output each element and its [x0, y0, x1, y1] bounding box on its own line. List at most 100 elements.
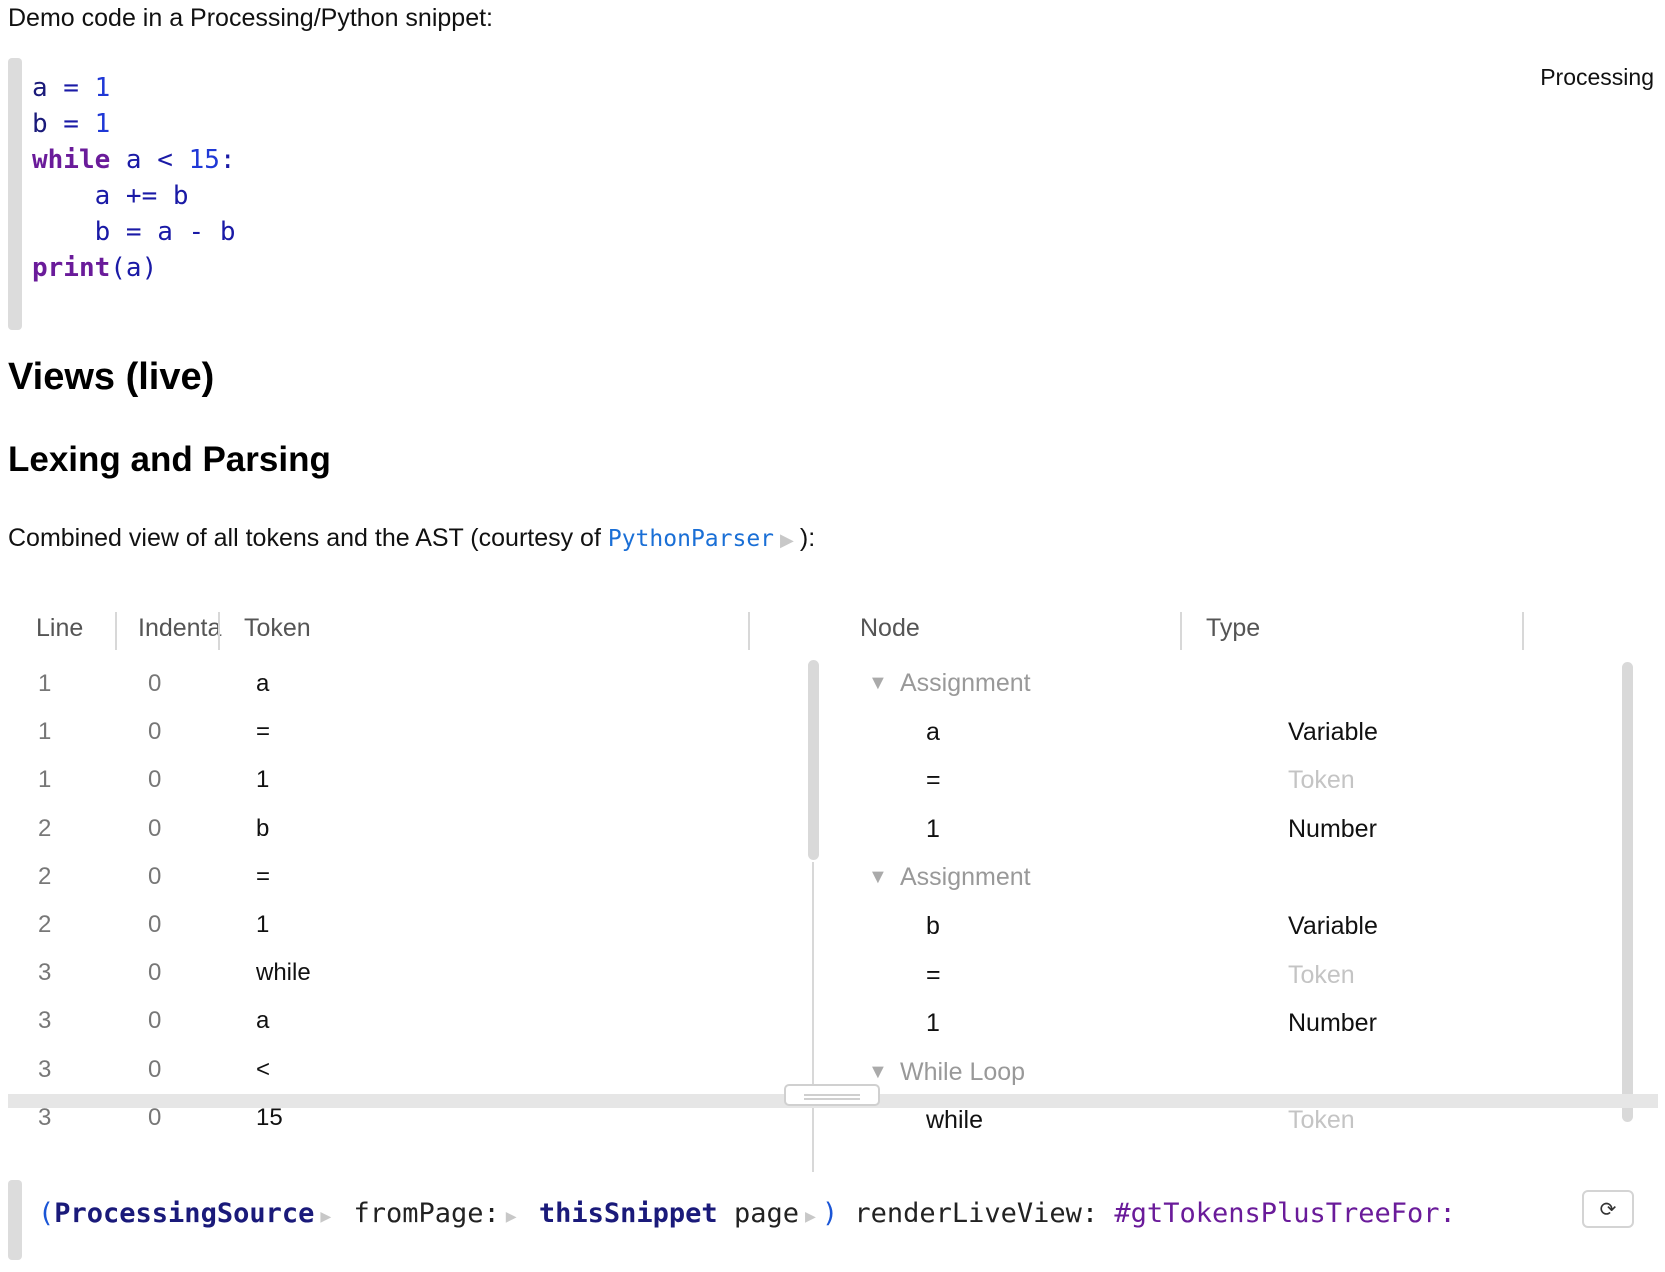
code-token: =	[47, 109, 95, 139]
tree-row[interactable]: = Token	[828, 755, 1628, 806]
tree-node-label: b	[926, 912, 940, 940]
token-row-indent[interactable]: 0	[148, 899, 161, 950]
paragraph-text: Combined view of all tokens and the AST …	[8, 524, 608, 552]
message-fromPage: fromPage:	[337, 1198, 500, 1229]
tree-row[interactable]: 1 Number	[828, 998, 1628, 1049]
token-row-token[interactable]: a	[256, 658, 269, 709]
snippet-bar	[8, 1180, 22, 1260]
token-row-token[interactable]: 1	[256, 899, 269, 950]
column-resizer[interactable]	[218, 612, 220, 650]
token-row-token[interactable]: <	[256, 1044, 270, 1095]
triangle-right-icon[interactable]: ▶	[506, 1206, 517, 1227]
token-row-line[interactable]: 1	[38, 706, 51, 757]
token-row-token[interactable]: b	[256, 803, 269, 854]
tree-node-label: Assignment	[900, 669, 1031, 697]
tree-row[interactable]: b Variable	[828, 901, 1628, 952]
token-row-line[interactable]: 2	[38, 899, 51, 950]
token-row-line[interactable]: 3	[38, 947, 51, 998]
refresh-icon: ⟳	[1599, 1198, 1617, 1221]
tree-row[interactable]: ▼ Assignment	[828, 852, 1628, 903]
code-token: (a)	[110, 253, 158, 283]
token-row-indent[interactable]: 0	[148, 995, 161, 1046]
expression-snippet[interactable]: (ProcessingSource ▶ fromPage: ▶ thisSnippe…	[8, 1180, 1658, 1260]
ast-tree[interactable]: ▼ Assignment a Variable = Token 1 Number ▼ Assign…	[828, 658, 1628, 1158]
open-paren: (	[38, 1198, 55, 1229]
code-line[interactable]: a += b	[32, 178, 236, 214]
code-line[interactable]: b = a - b	[32, 214, 236, 250]
argument-thisSnippet: thisSnippet	[522, 1198, 718, 1229]
token-row-indent[interactable]: 0	[148, 754, 161, 805]
token-row-indent[interactable]: 0	[148, 851, 161, 902]
column-resizer[interactable]	[115, 612, 117, 650]
code-line[interactable]: print(a)	[32, 250, 236, 286]
token-row-line[interactable]: 2	[38, 803, 51, 854]
tree-row[interactable]: = Token	[828, 950, 1628, 1001]
code-token: b	[32, 109, 48, 139]
tree-row[interactable]: ▼ While Loop	[828, 1047, 1628, 1098]
tree-node-label: Assignment	[900, 863, 1031, 892]
tree-node-label: While Loop	[900, 1057, 1026, 1086]
tree-node-label: =	[926, 960, 941, 989]
triangle-down-icon[interactable]: ▼	[868, 658, 888, 709]
column-resizer[interactable]	[1180, 612, 1182, 650]
message-renderLiveView: renderLiveView:	[838, 1198, 1115, 1229]
tree-scrollbar[interactable]	[1622, 662, 1633, 1122]
resize-grip[interactable]	[784, 1084, 880, 1106]
tree-node-type: Number	[1288, 1009, 1377, 1038]
code-token: b = a - b	[32, 217, 236, 247]
tree-node-type: Number	[1288, 814, 1377, 843]
token-row-indent[interactable]: 0	[148, 1044, 161, 1095]
tree-row[interactable]: ▼ Assignment	[828, 658, 1628, 709]
expression-code[interactable]: (ProcessingSource ▶ fromPage: ▶ thisSnippe…	[38, 1198, 1456, 1229]
triangle-right-icon[interactable]: ▶	[780, 530, 794, 550]
column-header-line[interactable]: Line	[36, 614, 83, 643]
code-snippet[interactable]: Processing a = 1b = 1 while a < 15: a += …	[8, 58, 1658, 330]
tree-node-label: 1	[926, 814, 940, 843]
column-resizer[interactable]	[748, 612, 750, 650]
column-header-indentation[interactable]: Indenta	[138, 614, 224, 643]
triangle-down-icon[interactable]: ▼	[868, 852, 888, 903]
triangle-right-icon[interactable]: ▶	[320, 1206, 331, 1227]
code-token: print	[32, 253, 111, 283]
token-row-indent[interactable]: 0	[148, 658, 161, 709]
code-lines[interactable]: a = 1b = 1 while a < 15: a += b b = a - b…	[32, 70, 236, 286]
token-row-line[interactable]: 3	[38, 995, 51, 1046]
tree-node-type: Token	[1288, 766, 1355, 795]
token-row-token[interactable]: =	[256, 851, 270, 902]
code-line[interactable]: b = 1	[32, 106, 236, 142]
tree-node-label: =	[926, 766, 941, 795]
column-header-type[interactable]: Type	[1206, 614, 1260, 643]
python-parser-link[interactable]: PythonParser	[608, 526, 774, 552]
symbol-argument: #gtTokensPlusTreeFor:	[1114, 1198, 1456, 1229]
column-header-node[interactable]: Node	[860, 614, 920, 643]
class-name[interactable]: ProcessingSource	[54, 1198, 314, 1229]
tree-node-type: Variable	[1288, 717, 1378, 746]
token-row-line[interactable]: 1	[38, 754, 51, 805]
token-row-token[interactable]: 1	[256, 754, 269, 805]
column-resizer[interactable]	[1522, 612, 1524, 650]
tree-node-label: 1	[926, 1009, 940, 1038]
tree-row[interactable]: 1 Number	[828, 804, 1628, 855]
pane-divider[interactable]	[812, 862, 814, 1172]
token-row-line[interactable]: 2	[38, 851, 51, 902]
snippet-bar	[8, 58, 22, 330]
tree-row[interactable]: a Variable	[828, 707, 1628, 758]
description-paragraph: Combined view of all tokens and the AST …	[8, 524, 815, 553]
tokens-list[interactable]: 1 0 a 1 0 = 1 0 1 2 0 b 2 0 = 2 0 1 3 0 while 3 0 a 3 0 <3 0 15	[8, 658, 788, 1158]
tokens-scrollbar[interactable]	[808, 660, 819, 860]
column-header-token[interactable]: Token	[244, 614, 311, 643]
snippet-language-label: Processing	[1540, 64, 1654, 90]
token-row-token[interactable]: =	[256, 706, 270, 757]
refresh-button[interactable]: ⟳	[1582, 1190, 1634, 1228]
code-line[interactable]: a = 1	[32, 70, 236, 106]
triangle-right-icon[interactable]: ▶	[805, 1206, 816, 1227]
code-line[interactable]: while a < 15:	[32, 142, 236, 178]
token-row-indent[interactable]: 0	[148, 947, 161, 998]
token-row-indent[interactable]: 0	[148, 803, 161, 854]
token-row-line[interactable]: 1	[38, 658, 51, 709]
token-row-indent[interactable]: 0	[148, 706, 161, 757]
token-row-token[interactable]: a	[256, 995, 269, 1046]
tree-node-type: Token	[1288, 960, 1355, 989]
token-row-token[interactable]: while	[256, 947, 311, 998]
token-row-line[interactable]: 3	[38, 1044, 51, 1095]
